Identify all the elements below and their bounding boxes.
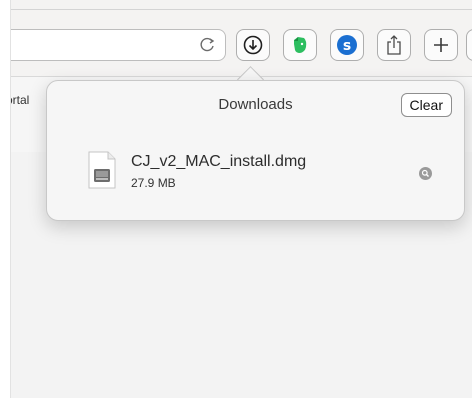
browser-toolbar: s [0, 0, 472, 77]
toolbar-overflow-button[interactable] [466, 29, 472, 61]
download-arrow-icon [243, 35, 263, 55]
reload-icon[interactable] [199, 36, 217, 54]
magnifier-reveal-icon[interactable] [419, 167, 432, 180]
s-circle-icon: s [337, 35, 357, 55]
svg-text:s: s [343, 38, 351, 54]
evernote-button[interactable] [283, 29, 317, 61]
evernote-elephant-icon [294, 37, 307, 53]
share-icon [387, 35, 401, 55]
download-filesize: 27.9 MB [131, 176, 176, 190]
download-item[interactable]: CJ_v2_MAC_install.dmg 27.9 MB [87, 151, 444, 199]
download-filename: CJ_v2_MAC_install.dmg [131, 153, 307, 170]
address-bar[interactable] [0, 29, 226, 61]
downloads-button[interactable] [236, 29, 270, 61]
share-button[interactable] [377, 29, 411, 61]
plus-icon [434, 38, 448, 52]
toolbar-top-border [0, 9, 472, 10]
extension-s-button[interactable]: s [330, 29, 364, 61]
sidebar-edge [0, 0, 11, 398]
disk-image-file-icon [88, 151, 116, 189]
downloads-popover: Downloads Clear CJ_v2_MAC_install.dmg 27… [46, 80, 465, 221]
clear-button[interactable]: Clear [400, 93, 452, 117]
new-tab-button[interactable] [424, 29, 458, 61]
